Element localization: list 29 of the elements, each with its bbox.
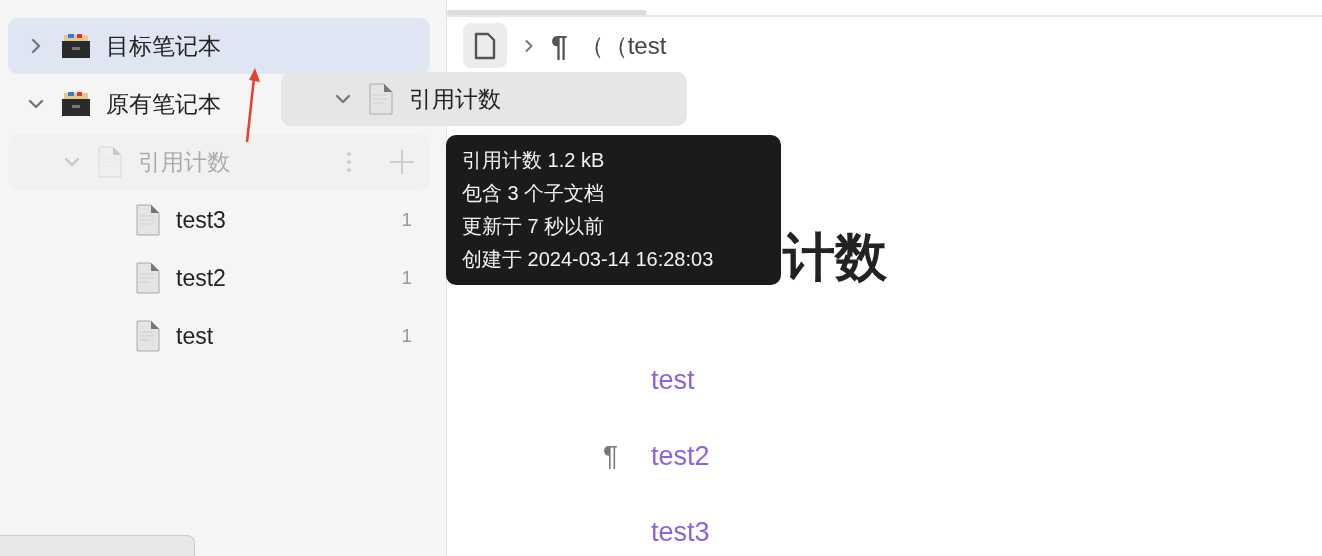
block-ref-link[interactable]: test (651, 360, 695, 401)
paragraph-crumb[interactable]: ¶ (551, 23, 568, 68)
document-icon (96, 146, 124, 178)
file-icon (474, 31, 496, 60)
document-icon (134, 262, 162, 294)
tooltip-line: 更新于 7 秒以前 (462, 214, 606, 239)
tooltip-line: 引用计数 1.2 kB (462, 148, 606, 173)
block-ref-link[interactable]: test2 (651, 436, 710, 477)
paragraph-marker[interactable]: ¶ (603, 440, 619, 472)
notebook-item[interactable]: 目标笔记本 (8, 18, 430, 74)
tooltip-line: 包含 3 个子文档 (462, 181, 606, 206)
document-item[interactable]: test3 1 (8, 192, 430, 248)
block-ref-link[interactable]: test3 (651, 512, 710, 553)
document-icon (134, 320, 162, 352)
scrollbar-thumb[interactable] (447, 10, 647, 15)
document-item[interactable]: test 1 (8, 308, 430, 364)
drag-preview: 引用计数 (281, 72, 687, 126)
drawer-icon (60, 33, 92, 59)
document-button[interactable] (463, 23, 507, 68)
document-item[interactable]: test2 1 (8, 250, 430, 306)
ref-count: 1 (401, 323, 412, 348)
tooltip-line: 创建于 2024-03-14 16:28:03 (462, 247, 715, 272)
document-icon (134, 204, 162, 236)
document-icon (367, 83, 395, 115)
ref-count: 1 (401, 265, 412, 290)
breadcrumb-text[interactable]: （（test (579, 27, 667, 64)
document-title: 计数 (783, 227, 887, 288)
ref-count: 1 (401, 207, 412, 232)
drawer-icon (60, 91, 92, 117)
